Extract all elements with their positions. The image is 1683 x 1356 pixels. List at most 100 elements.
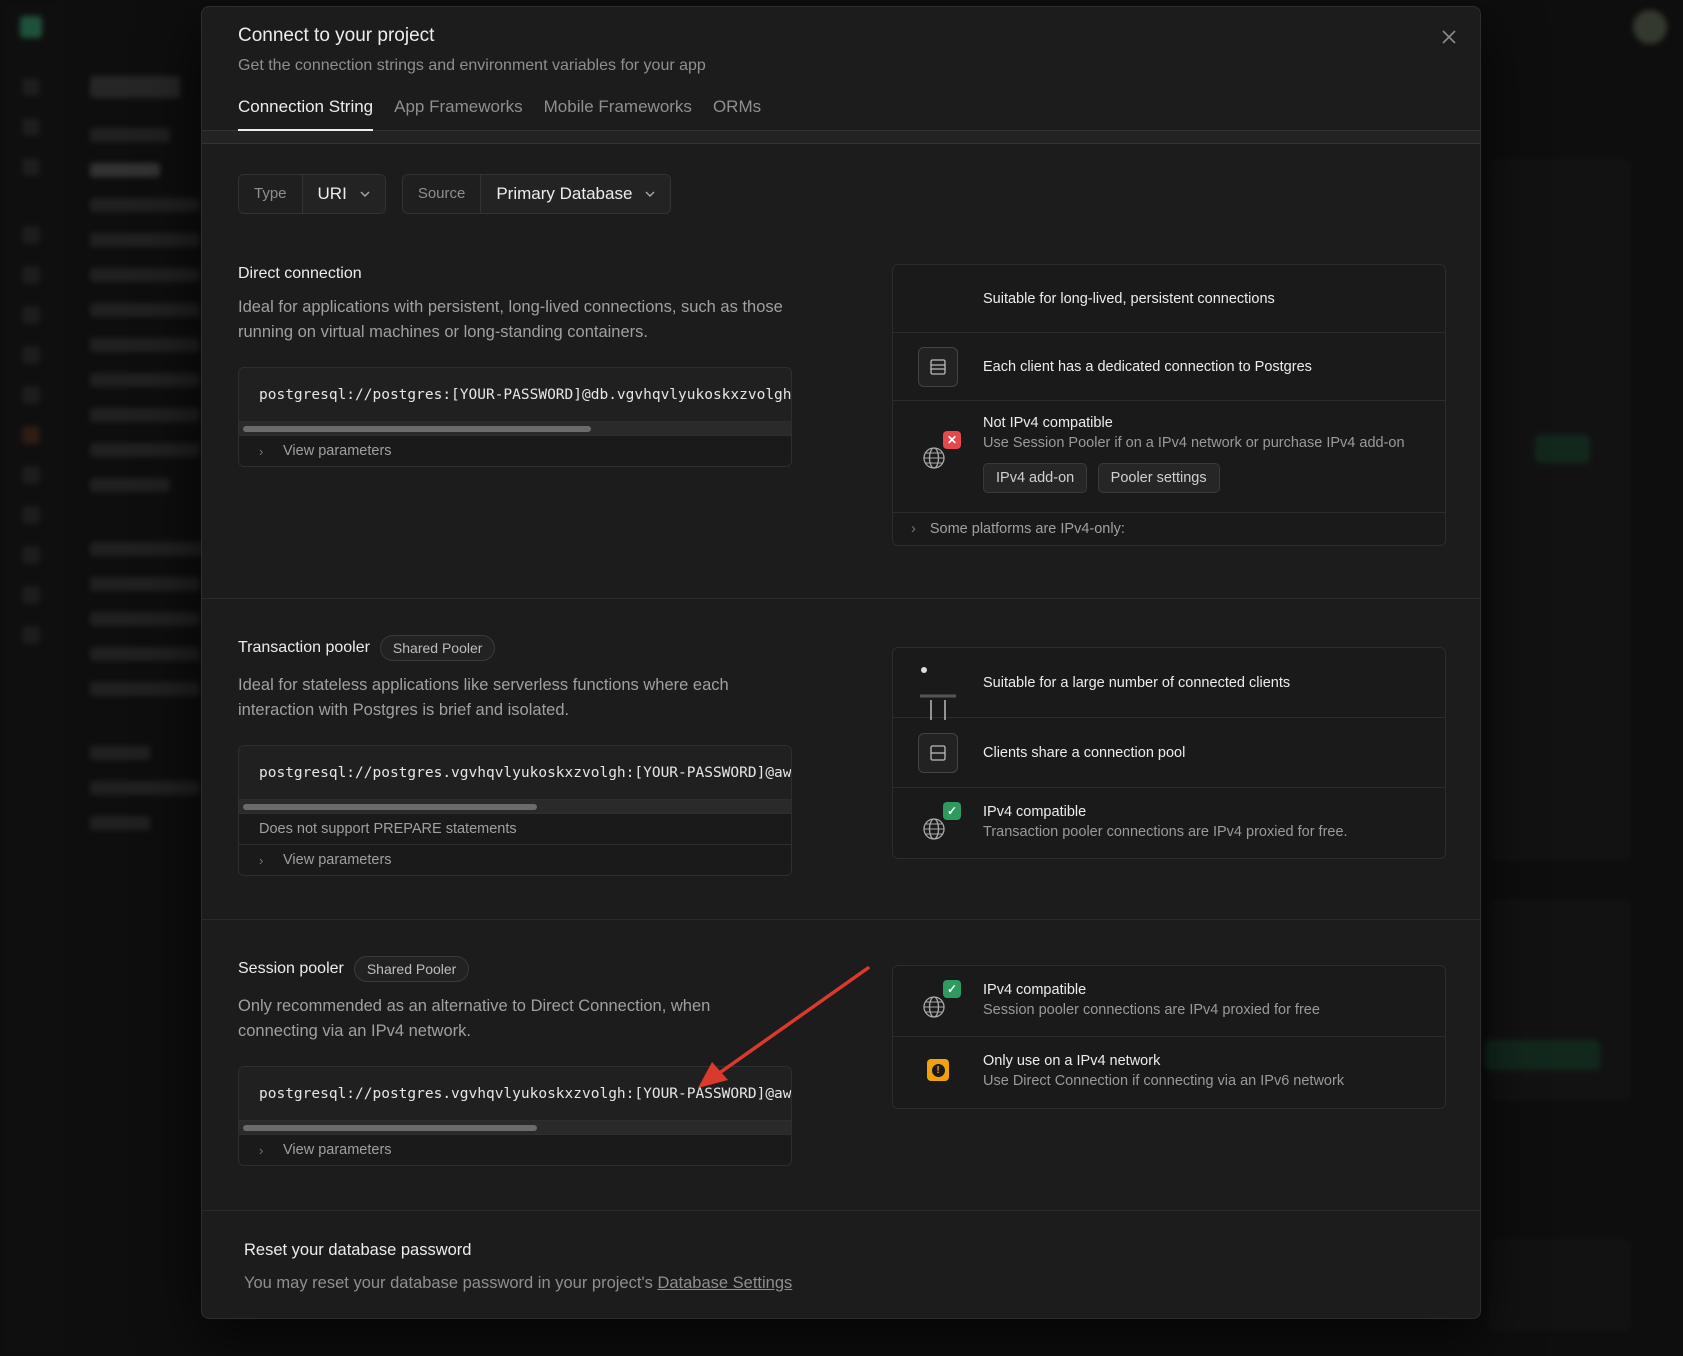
reset-password-text: You may reset your database password in … bbox=[244, 1274, 653, 1292]
feature-title: Only use on a IPv4 network bbox=[983, 1053, 1161, 1069]
close-icon bbox=[1442, 30, 1456, 44]
horizontal-scrollbar[interactable] bbox=[239, 1120, 791, 1134]
transaction-pooler-title-text: Transaction pooler bbox=[238, 639, 370, 656]
prepare-statements-note: Does not support PREPARE statements bbox=[239, 813, 791, 844]
direct-connection-description: Ideal for applications with persistent, … bbox=[238, 298, 783, 341]
ipv4-addon-button[interactable]: IPv4 add-on bbox=[983, 463, 1088, 493]
dialog-title: Connect to your project bbox=[238, 25, 435, 46]
feature-subtitle: Transaction pooler connections are IPv4 … bbox=[983, 824, 1348, 840]
shared-pooler-badge: Shared Pooler bbox=[353, 956, 470, 982]
reset-password-description: You may reset your database password in … bbox=[244, 1274, 1440, 1293]
feature-subtitle: Session pooler connections are IPv4 prox… bbox=[983, 1002, 1320, 1018]
tab-orms[interactable]: ORMs bbox=[713, 97, 761, 131]
direct-connection-title: Direct connection bbox=[238, 265, 362, 282]
feature-title: Suitable for a large number of connected… bbox=[983, 674, 1291, 691]
tab-mobile-frameworks[interactable]: Mobile Frameworks bbox=[544, 97, 692, 131]
view-parameters-toggle[interactable]: › View parameters bbox=[239, 1134, 791, 1165]
transaction-pooler-section: Transaction pooler Shared Pooler Ideal f… bbox=[202, 598, 1480, 918]
horizontal-scrollbar[interactable] bbox=[239, 799, 791, 813]
feature-row: Clients share a connection pool bbox=[893, 718, 1445, 788]
tab-connection-string[interactable]: Connection String bbox=[238, 97, 374, 131]
reset-password-section: Reset your database password You may res… bbox=[202, 1210, 1480, 1318]
chevron-right-icon: › bbox=[259, 852, 264, 868]
close-button[interactable] bbox=[1438, 27, 1460, 49]
transaction-pooler-title: Transaction pooler Shared Pooler bbox=[238, 635, 792, 661]
source-value-text: Primary Database bbox=[496, 184, 633, 203]
direct-connection-string-box: postgresql://postgres:[YOUR-PASSWORD]@db… bbox=[238, 367, 792, 467]
feature-row: Suitable for a large number of connected… bbox=[893, 648, 1445, 720]
session-pooler-title-text: Session pooler bbox=[238, 960, 344, 977]
database-icon bbox=[918, 732, 958, 773]
ipv4-only-label: Some platforms are IPv4-only: bbox=[929, 521, 1125, 537]
tab-divider bbox=[202, 130, 1480, 144]
warning-icon: ! bbox=[927, 1059, 949, 1081]
session-pooler-features: ✓ IPv4 compatible Session pooler connect… bbox=[892, 965, 1446, 1109]
feature-subtitle: Use Direct Connection if connecting via … bbox=[983, 1073, 1345, 1089]
type-select[interactable]: Type URI bbox=[238, 174, 386, 214]
check-badge-icon: ✓ bbox=[943, 980, 961, 998]
feature-title: Clients share a connection pool bbox=[983, 744, 1186, 761]
feature-row: ✓ IPv4 compatible Session pooler connect… bbox=[893, 966, 1445, 1037]
session-connection-string-box: postgresql://postgres.vgvhqvlyukoskxzvol… bbox=[238, 1066, 792, 1166]
tab-bar: Connection String App Frameworks Mobile … bbox=[238, 97, 1444, 131]
error-badge-icon: ✕ bbox=[943, 431, 961, 449]
chevron-right-icon: › bbox=[911, 521, 916, 537]
chevron-right-icon: › bbox=[259, 1142, 264, 1158]
feature-title: Each client has a dedicated connection t… bbox=[983, 358, 1312, 375]
transaction-pooler-description: Ideal for stateless applications like se… bbox=[238, 676, 729, 719]
session-connection-string[interactable]: postgresql://postgres.vgvhqvlyukoskxzvol… bbox=[239, 1067, 791, 1120]
avatar bbox=[1633, 10, 1667, 44]
ipv4-only-platforms-toggle[interactable]: › Some platforms are IPv4-only: bbox=[893, 513, 1445, 545]
type-value-text: URI bbox=[317, 184, 347, 203]
database-icon bbox=[918, 346, 958, 387]
app-logo bbox=[19, 16, 42, 38]
feature-row: Each client has a dedicated connection t… bbox=[893, 333, 1445, 401]
view-parameters-toggle[interactable]: › View parameters bbox=[239, 844, 791, 875]
feature-title: IPv4 compatible bbox=[983, 804, 1087, 820]
globe-icon: ✓ bbox=[921, 980, 961, 1020]
type-select-label: Type bbox=[239, 175, 303, 213]
feature-row: Suitable for long-lived, persistent conn… bbox=[893, 265, 1445, 333]
feature-title: Suitable for long-lived, persistent conn… bbox=[983, 290, 1275, 307]
source-select[interactable]: Source Primary Database bbox=[401, 174, 672, 214]
pool-connector-icon bbox=[920, 666, 956, 720]
session-pooler-description: Only recommended as an alternative to Di… bbox=[238, 997, 711, 1040]
transaction-connection-string-box: postgresql://postgres.vgvhqvlyukoskxzvol… bbox=[238, 745, 792, 876]
source-select-label: Source bbox=[402, 175, 482, 213]
feature-title: IPv4 compatible bbox=[983, 982, 1087, 998]
session-pooler-section: Session pooler Shared Pooler Only recomm… bbox=[202, 919, 1480, 1209]
feature-subtitle: Use Session Pooler if on a IPv4 network … bbox=[983, 435, 1405, 451]
dialog-subtitle: Get the connection strings and environme… bbox=[238, 57, 706, 74]
direct-connection-section: Direct connection Ideal for applications… bbox=[202, 245, 1480, 577]
globe-icon: ✓ bbox=[921, 802, 961, 842]
background-nav-rail bbox=[0, 0, 62, 1356]
filter-bar: Type URI Source Primary Database bbox=[202, 144, 1480, 214]
transaction-pooler-features: Suitable for a large number of connected… bbox=[892, 647, 1446, 859]
source-select-value[interactable]: Primary Database bbox=[481, 175, 671, 213]
direct-connection-string[interactable]: postgresql://postgres:[YOUR-PASSWORD]@db… bbox=[239, 368, 791, 421]
connect-dialog: Connect to your project Get the connecti… bbox=[201, 6, 1481, 1319]
feature-row: ! Only use on a IPv4 network Use Direct … bbox=[893, 1037, 1445, 1108]
feature-row: ✕ Not IPv4 compatible Use Session Pooler… bbox=[893, 401, 1445, 513]
view-parameters-label: View parameters bbox=[283, 851, 392, 868]
check-badge-icon: ✓ bbox=[943, 802, 961, 820]
feature-title: Not IPv4 compatible bbox=[983, 415, 1113, 431]
view-parameters-toggle[interactable]: › View parameters bbox=[239, 435, 791, 466]
horizontal-scrollbar[interactable] bbox=[239, 421, 791, 435]
session-pooler-title: Session pooler Shared Pooler bbox=[238, 956, 792, 982]
tab-app-frameworks[interactable]: App Frameworks bbox=[394, 97, 522, 131]
chevron-right-icon: › bbox=[259, 443, 264, 459]
view-parameters-label: View parameters bbox=[283, 1141, 392, 1158]
globe-icon: ✕ bbox=[921, 431, 961, 471]
transaction-connection-string[interactable]: postgresql://postgres.vgvhqvlyukoskxzvol… bbox=[239, 746, 791, 799]
chevron-down-icon bbox=[645, 191, 655, 197]
shared-pooler-badge: Shared Pooler bbox=[379, 635, 496, 661]
chevron-down-icon bbox=[360, 191, 370, 197]
pooler-settings-button[interactable]: Pooler settings bbox=[1097, 463, 1220, 493]
feature-row: ✓ IPv4 compatible Transaction pooler con… bbox=[893, 788, 1445, 858]
database-settings-link[interactable]: Database Settings bbox=[657, 1274, 792, 1292]
type-select-value[interactable]: URI bbox=[302, 175, 385, 213]
direct-connection-features: Suitable for long-lived, persistent conn… bbox=[892, 264, 1446, 546]
view-parameters-label: View parameters bbox=[283, 442, 392, 459]
reset-password-title: Reset your database password bbox=[244, 1241, 472, 1259]
